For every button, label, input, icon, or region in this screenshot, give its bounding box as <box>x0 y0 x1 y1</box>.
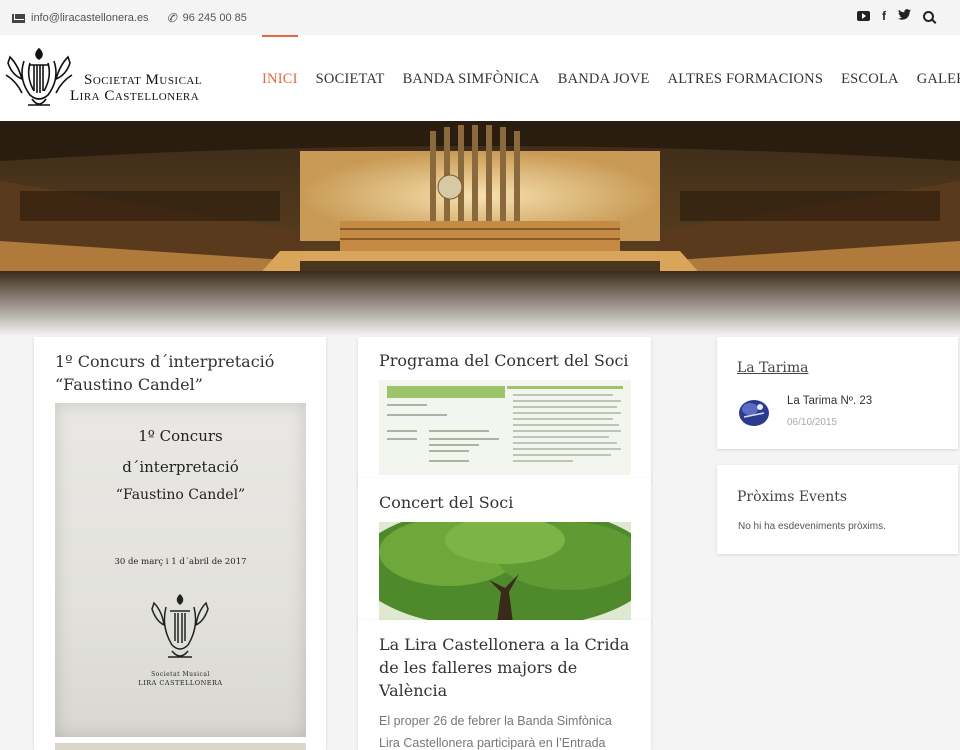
poster-date: 30 de març i 1 d´abril de 2017 <box>114 557 247 567</box>
poster-org-line-2: LIRA CASTELLONERA <box>138 679 223 687</box>
post-excerpt: El proper 26 de febrer la Banda Simfònic… <box>379 714 612 750</box>
contact-info: info@liracastellonera.es ✆ 96 245 00 85 <box>12 11 247 25</box>
tarima-item-date: 06/10/2015 <box>787 417 838 428</box>
events-empty-message: No hi ha esdeveniments pròxims. <box>738 521 886 532</box>
tarima-item-link[interactable]: La Tarima Nº. 23 <box>787 395 872 407</box>
nav-item-societat[interactable]: SOCIETAT <box>316 35 385 121</box>
poster-line-2: d´interpretació <box>122 458 239 476</box>
email-text: info@liracastellonera.es <box>31 12 149 24</box>
post-title[interactable]: 1º Concurs d´interpretació “Faustino Can… <box>55 350 315 396</box>
mail-icon <box>12 13 25 23</box>
widget-title[interactable]: La Tarima <box>737 360 808 376</box>
next-image-strip <box>55 743 306 750</box>
phone-link[interactable]: ✆ 96 245 00 85 <box>167 11 247 25</box>
post-title[interactable]: Concert del Soci <box>379 493 513 512</box>
tarima-thumbnail-image[interactable] <box>738 397 770 427</box>
post-card-concurs[interactable]: 1º Concurs d´interpretació “Faustino Can… <box>34 337 326 750</box>
poster-line-1: 1º Concurs <box>138 427 223 445</box>
widget-upcoming-events: Pròxims Events No hi ha esdeveniments pr… <box>717 465 958 554</box>
post-card-crida[interactable]: La Lira Castellonera a la Crida de les f… <box>358 620 651 750</box>
concurs-poster-image[interactable]: 1º Concurs d´interpretació “Faustino Can… <box>55 403 306 737</box>
email-link[interactable]: info@liracastellonera.es <box>12 12 149 24</box>
nav-item-galeria[interactable]: GALERIA <box>917 35 960 121</box>
logo-line-2: Lira Castellonera <box>70 88 200 104</box>
nav-item-inici[interactable]: INICI <box>262 35 298 121</box>
site-header: Societat Musical Lira Castellonera INICI… <box>0 35 960 121</box>
search-icon[interactable] <box>923 10 934 22</box>
hero-banner <box>0 121 960 336</box>
nav-item-escola[interactable]: ESCOLA <box>841 35 899 121</box>
top-bar: info@liracastellonera.es ✆ 96 245 00 85 f <box>0 0 960 35</box>
post-card-concert[interactable]: Concert del Soci <box>358 478 651 623</box>
nav-item-banda-simfonica[interactable]: BANDA SIMFÒNICA <box>403 35 540 121</box>
programa-document-image[interactable] <box>379 380 631 475</box>
twitter-icon[interactable] <box>898 9 911 23</box>
lyre-crest-icon <box>151 593 209 658</box>
widget-la-tarima: La Tarima La Tarima Nº. 23 06/10/2015 <box>717 337 958 449</box>
post-title[interactable]: Programa del Concert del Soci <box>379 351 629 370</box>
nav-item-banda-jove[interactable]: BANDA JOVE <box>558 35 650 121</box>
post-card-programa[interactable]: Programa del Concert del Soci <box>358 337 651 482</box>
poster-org-line-1: Societat Musical <box>151 671 210 678</box>
logo-line-1: Societat Musical <box>84 72 203 88</box>
youtube-icon[interactable] <box>857 11 870 21</box>
tree-photo-image[interactable] <box>379 522 631 623</box>
phone-text: 96 245 00 85 <box>182 12 247 24</box>
main-nav: INICI SOCIETAT BANDA SIMFÒNICA BANDA JOV… <box>262 35 960 121</box>
concert-hall-photo <box>0 121 960 336</box>
site-logo[interactable]: Societat Musical Lira Castellonera <box>2 45 242 111</box>
social-links: f <box>857 9 934 23</box>
facebook-icon[interactable]: f <box>882 9 886 23</box>
phone-icon: ✆ <box>166 11 177 25</box>
nav-item-altres-formacions[interactable]: ALTRES FORMACIONS <box>668 35 824 121</box>
widget-title: Pròxims Events <box>737 489 848 505</box>
poster-line-3: “Faustino Candel” <box>115 487 246 503</box>
lyre-crest-icon <box>5 47 73 106</box>
post-title[interactable]: La Lira Castellonera a la Crida de les f… <box>379 633 634 702</box>
